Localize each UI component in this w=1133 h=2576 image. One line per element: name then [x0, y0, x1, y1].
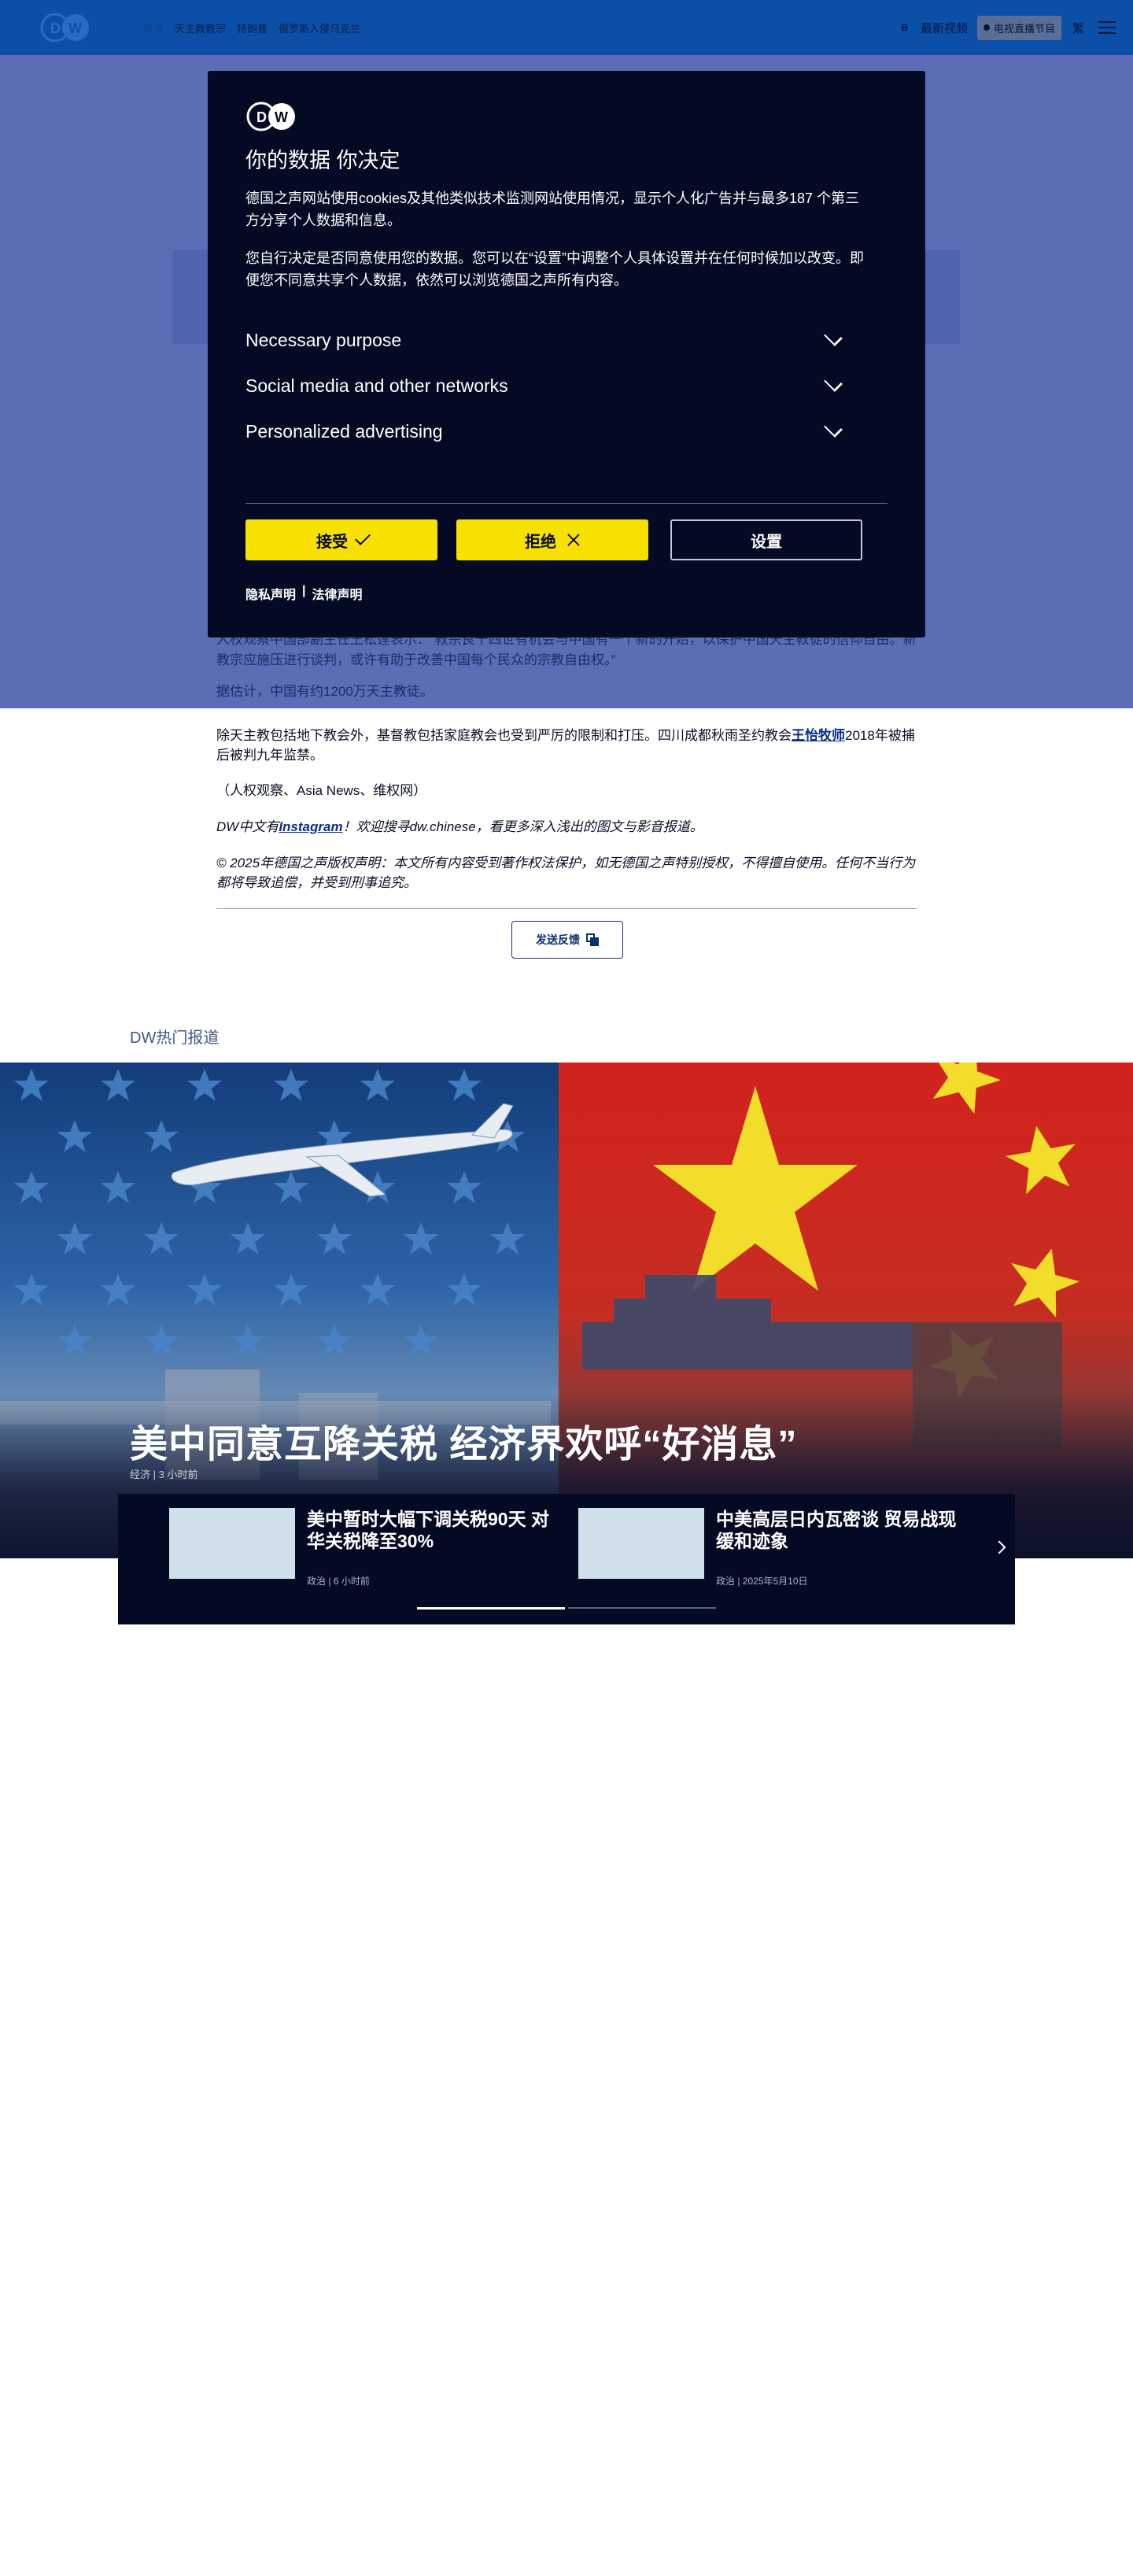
section-label: Social media and other networks: [245, 375, 508, 396]
article-paragraph: 除天主教包括地下教会外，基督教包括家庭教会也受到严厉的限制和打压。四川成都秋雨圣…: [216, 728, 915, 763]
live-tv-button[interactable]: 电视直播节目: [976, 15, 1061, 40]
personalized-ads-toggle[interactable]: Personalized advertising: [245, 416, 869, 447]
close-icon: [567, 534, 580, 546]
dialog-text: 德国之声网站使用cookies及其他类似技术监测网站使用情况，显示个人化广告并与…: [245, 190, 860, 228]
header-right: B 最新视频 电视直播节目 繁: [901, 0, 1133, 55]
nav-item-pope[interactable]: 天主教教宗: [175, 20, 226, 35]
cookie-consent-dialog: D W 你的数据 你决定 德国之声网站使用cookies及其他类似技术监测网站使…: [208, 71, 925, 638]
feedback-label: 发送反馈: [536, 933, 580, 946]
chevron-down-icon: [824, 373, 843, 392]
send-feedback-button[interactable]: 发送反馈: [511, 921, 623, 959]
svg-text:W: W: [275, 109, 288, 125]
accept-button[interactable]: 接受: [245, 519, 437, 560]
section-label: Necessary purpose: [245, 329, 402, 350]
settings-button[interactable]: 设置: [670, 519, 862, 560]
social-media-toggle[interactable]: Social media and other networks: [245, 370, 869, 401]
related-story-card[interactable]: 美中暂时大幅下调关税90天 对华关税降至30% 政治 | 6 小时前: [169, 1508, 549, 1587]
story-thumbnail: [578, 1508, 704, 1579]
story-meta: 政治 | 6 小时前: [307, 1576, 370, 1587]
trending-section-title: DW热门报道: [130, 1029, 220, 1047]
section-label: Personalized advertising: [245, 420, 443, 442]
site-header: D W 焦点 天主教教宗 特朗普 俄罗斯入侵乌克兰 B 最新视频 电视直播节目 …: [0, 0, 1133, 55]
article-divider: [216, 908, 917, 909]
legal-notice-link[interactable]: 法律声明: [312, 584, 363, 603]
hero-image[interactable]: [0, 1063, 1133, 1558]
related-story-card[interactable]: 中美高层日内瓦密谈 贸易战现缓和迹象 政治 | 2025年5月10日: [578, 1508, 956, 1587]
article-source: （人权观察、Asia News、维权网）: [216, 783, 427, 798]
story-thumbnail: [169, 1508, 295, 1579]
live-tv-label: 电视直播节目: [993, 22, 1055, 35]
carousel-dot[interactable]: [568, 1607, 716, 1609]
instagram-note: DW中文有Instagram！欢迎搜寻dw.chinese，看更多深入浅出的图文…: [216, 819, 703, 834]
svg-text:D: D: [256, 109, 267, 125]
carousel-indicator: [417, 1607, 716, 1610]
dialog-divider: [245, 503, 888, 504]
legal-links: 隐私声明 | 法律声明: [245, 584, 363, 603]
privacy-link[interactable]: 隐私声明: [245, 584, 296, 603]
nav-item-focus[interactable]: 焦点: [143, 20, 164, 35]
media-marker: B: [901, 22, 908, 33]
link-separator: |: [302, 584, 306, 597]
svg-text:D: D: [50, 20, 61, 36]
language-switch[interactable]: 繁: [1072, 20, 1084, 36]
live-dot-icon: [983, 24, 990, 31]
copyright-notice: © 2025年德国之声版权声明：本文所有内容受到著作权法保护，如无德国之声特别授…: [216, 856, 916, 890]
menu-icon[interactable]: [1098, 21, 1116, 34]
pastor-wang-link[interactable]: 王怡牧师: [792, 728, 845, 743]
story-title: 中美高层日内瓦密谈 贸易战现缓和迹象: [716, 1509, 957, 1551]
dialog-title: 你的数据 你决定: [245, 149, 400, 172]
related-stories-carousel: 美中暂时大幅下调关税90天 对华关税降至30% 政治 | 6 小时前 中美高层日…: [118, 1494, 1015, 1624]
svg-text:W: W: [68, 20, 82, 36]
check-icon: [355, 530, 371, 545]
story-title: 美中暂时大幅下调关税90天 对华关税降至30%: [307, 1509, 549, 1551]
nav-item-ukraine[interactable]: 俄罗斯入侵乌克兰: [279, 20, 360, 35]
article-paragraph-dimmed-2: 据估计，中国有约1200万天主教徒。: [216, 684, 434, 699]
copy-icon: [586, 933, 599, 946]
top-nav: 焦点 天主教教宗 特朗普 俄罗斯入侵乌克兰: [143, 0, 360, 55]
story-meta: 政治 | 2025年5月10日: [716, 1576, 808, 1587]
necessary-purpose-toggle[interactable]: Necessary purpose: [245, 324, 869, 356]
hero-meta: 经济 | 3 小时前: [130, 1469, 198, 1480]
dialog-text: 您自行决定是否同意使用您的数据。您可以在“设置”中调整个人具体设置并在任何时候加…: [245, 250, 864, 288]
latest-videos-link[interactable]: 最新视频: [921, 20, 968, 36]
chevron-right-icon[interactable]: [992, 1540, 1006, 1554]
chevron-down-icon: [824, 327, 843, 346]
dw-logo-icon: D W: [246, 102, 295, 131]
carousel-dot-active[interactable]: [417, 1607, 565, 1610]
nav-item-trump[interactable]: 特朗普: [237, 20, 268, 35]
chevron-down-icon: [824, 419, 843, 438]
dw-logo-icon[interactable]: D W: [39, 12, 91, 43]
instagram-link[interactable]: Instagram: [279, 819, 342, 834]
hero-headline[interactable]: 美中同意互降关税 经济界欢呼“好消息”: [130, 1413, 797, 1468]
reject-button[interactable]: 拒绝: [456, 519, 648, 560]
